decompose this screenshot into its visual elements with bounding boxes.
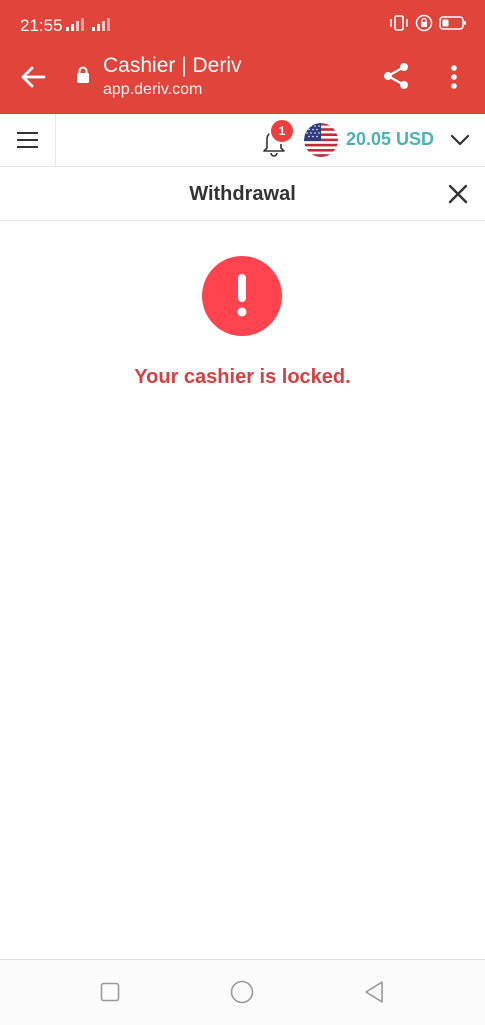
close-icon[interactable]	[447, 183, 469, 205]
us-flag-icon[interactable]	[304, 123, 338, 157]
home-icon[interactable]	[230, 980, 254, 1004]
notification-badge: 1	[269, 118, 295, 144]
share-icon[interactable]	[380, 60, 412, 92]
vibrate-icon	[390, 15, 408, 31]
signal-icon	[66, 18, 84, 31]
recents-icon[interactable]	[100, 982, 120, 1002]
app-header: 20.05 USD	[0, 114, 485, 167]
page-url[interactable]: app.deriv.com	[103, 81, 202, 99]
rotation-lock-icon	[415, 14, 433, 32]
signal-icon-2	[92, 18, 110, 31]
cashier-locked-message: Your cashier is locked.	[134, 366, 351, 388]
chevron-down-icon[interactable]	[450, 130, 470, 150]
modal-title: Withdrawal	[189, 183, 296, 205]
account-balance[interactable]: 20.05 USD	[346, 129, 434, 150]
status-time: 21:55	[20, 16, 63, 35]
browser-toolbar: Cashier | Deriv app.deriv.com	[0, 48, 485, 114]
battery-icon	[439, 16, 466, 30]
modal-header: Withdrawal	[0, 167, 485, 221]
alert-icon	[202, 256, 282, 336]
system-nav-bar	[0, 959, 485, 1025]
menu-button[interactable]	[0, 114, 56, 166]
back-icon[interactable]	[362, 980, 386, 1004]
back-arrow-icon[interactable]	[18, 62, 48, 92]
status-icons	[389, 14, 467, 32]
status-bar: 21:55	[0, 0, 485, 48]
page-title: Cashier | Deriv	[103, 54, 242, 77]
lock-icon	[77, 66, 89, 83]
more-options-icon[interactable]	[444, 62, 464, 92]
